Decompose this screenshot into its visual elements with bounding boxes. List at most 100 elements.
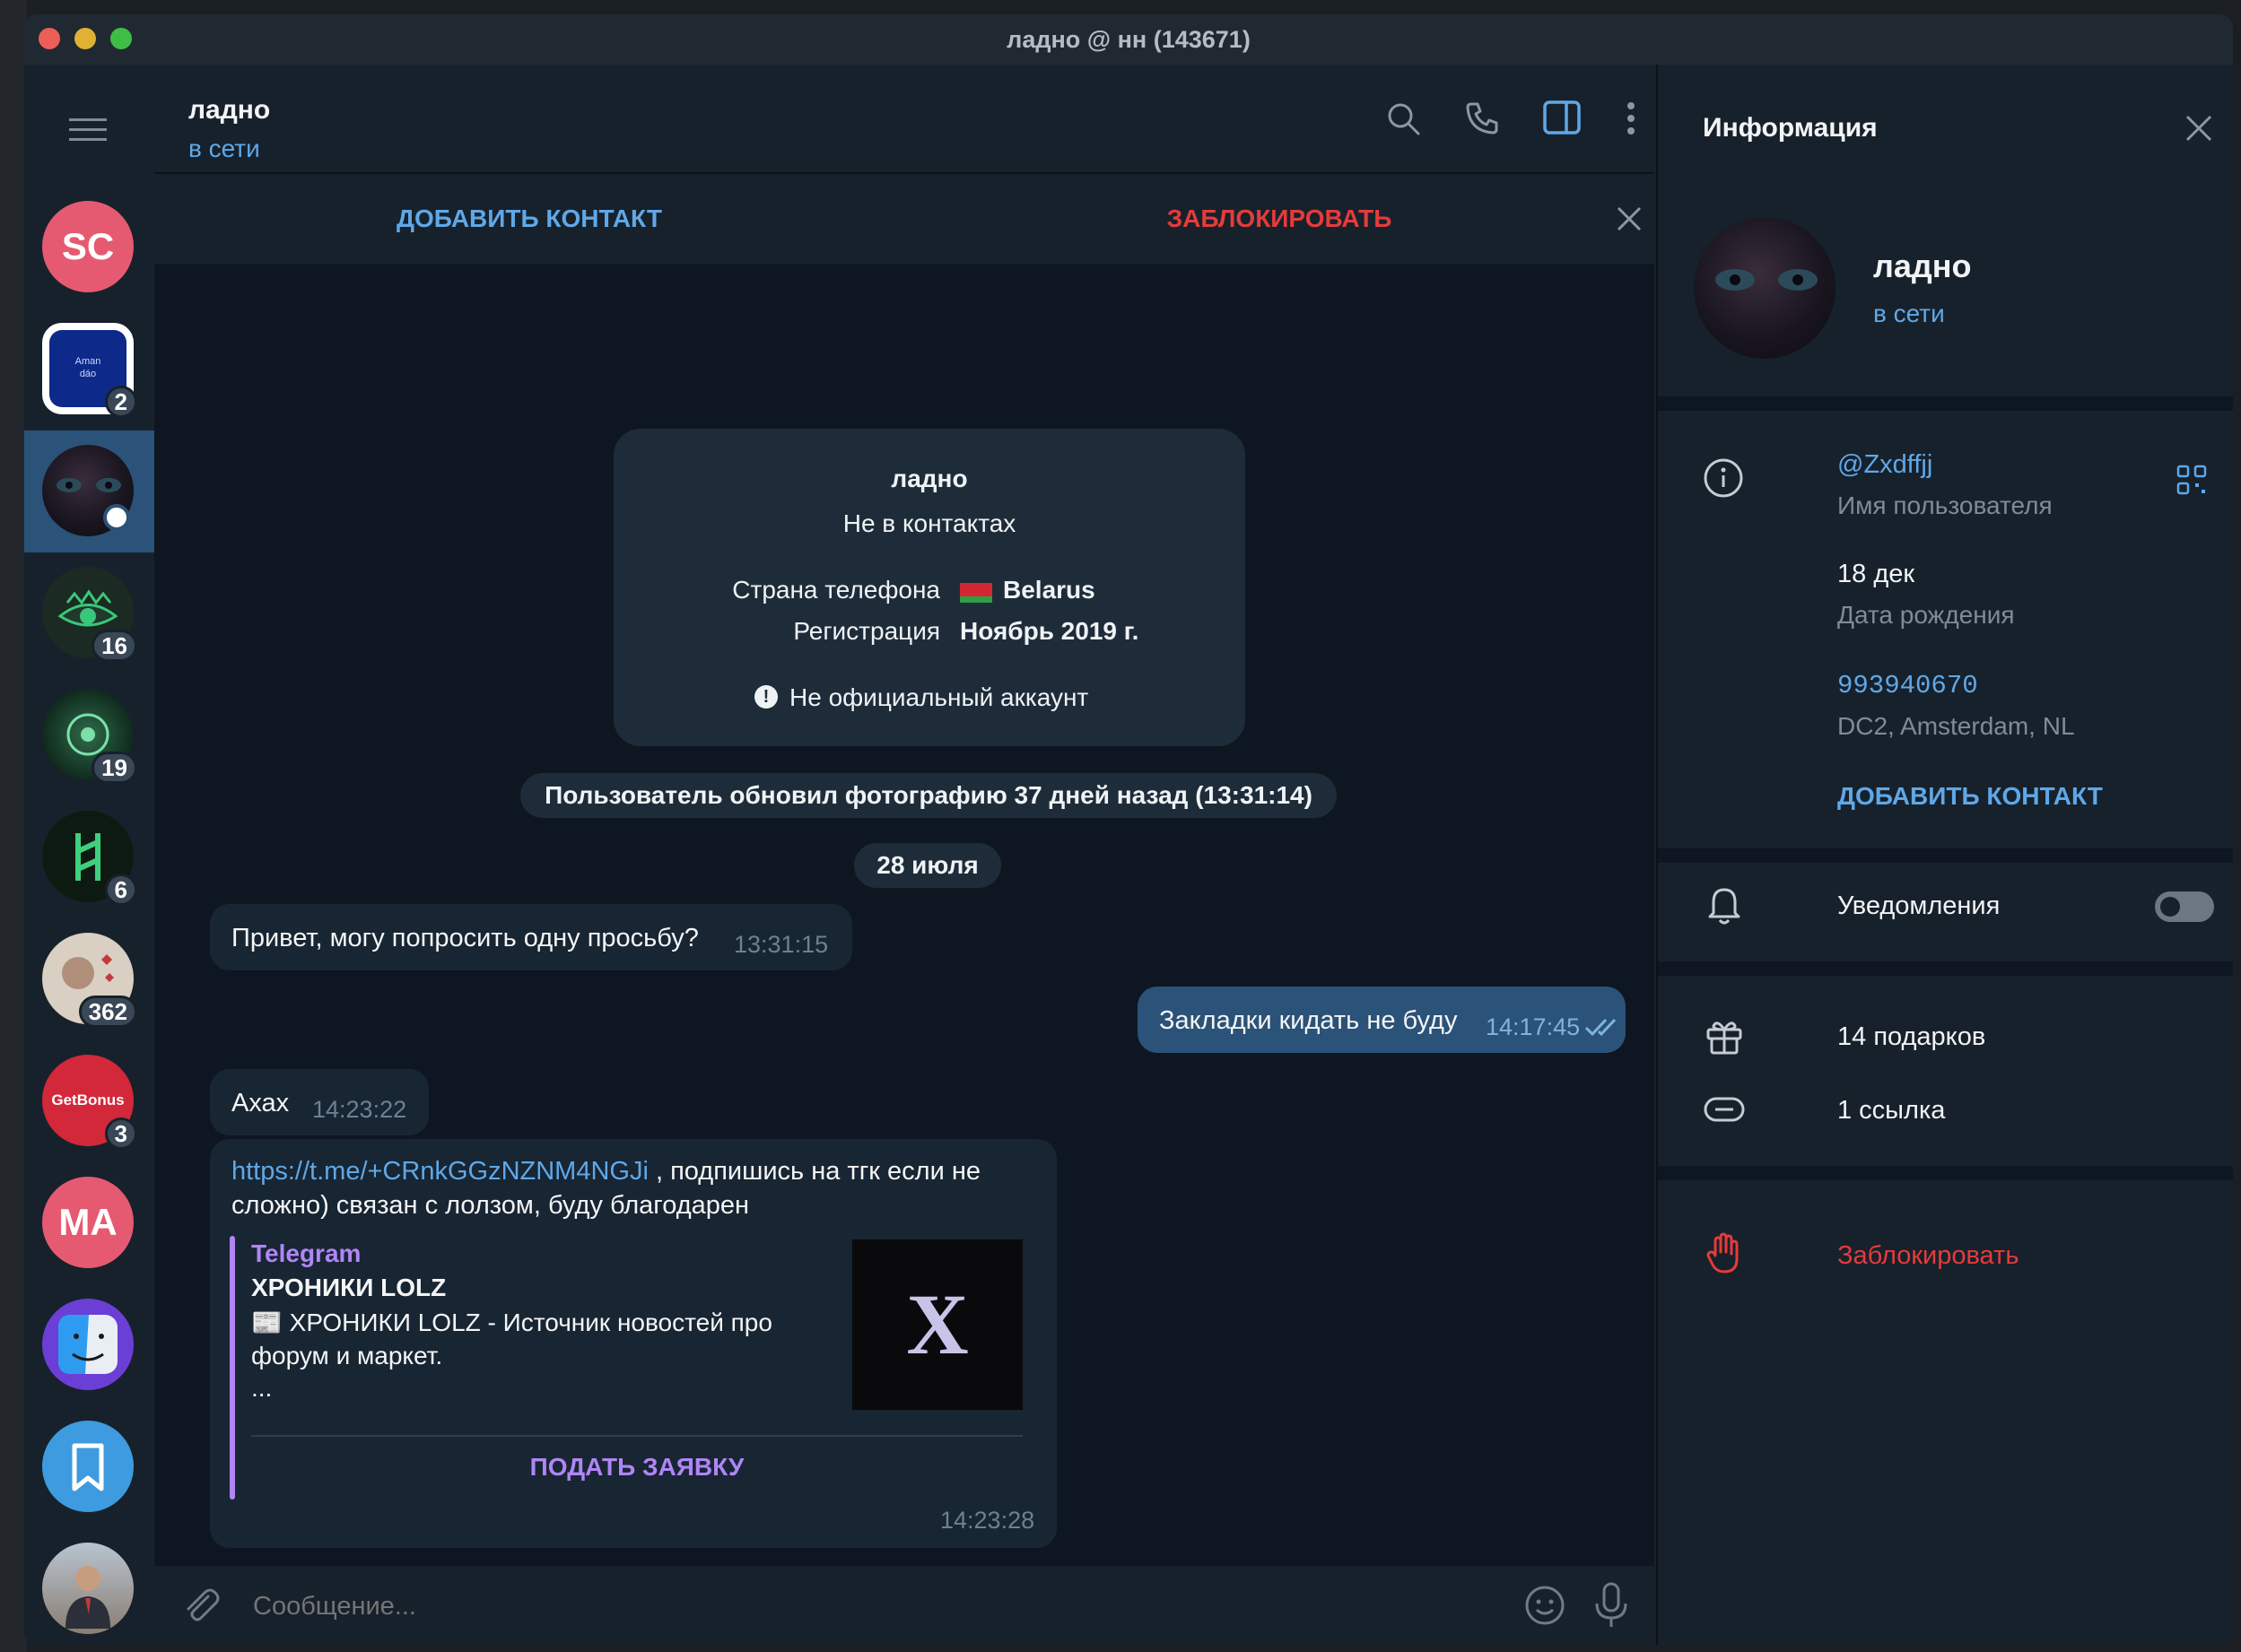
unread-badge: 6 <box>104 874 137 906</box>
double-check-read-icon <box>1584 1017 1620 1037</box>
contact-action-bar: ДОБАВИТЬ КОНТАКТ ЗАБЛОКИРОВАТЬ <box>154 174 1654 264</box>
attach-paperclip-icon[interactable] <box>181 1586 221 1625</box>
more-options-icon[interactable] <box>1626 100 1636 136</box>
date-separator: 28 июля <box>854 843 1001 888</box>
profile-name: ладно <box>1873 248 1972 284</box>
registration-label: Регистрация <box>793 617 940 645</box>
chat-avatar-sc[interactable]: SC <box>42 201 134 292</box>
close-info-panel-icon[interactable] <box>2185 115 2212 142</box>
join-request-button[interactable]: ПОДАТЬ ЗАЯВКУ <box>251 1453 1023 1482</box>
message-text-line-2: сложно) связан с лолзом, буду благодарен <box>231 1191 750 1220</box>
datacenter-value: DC2, Amsterdam, NL <box>1837 712 2075 740</box>
phone-country-value: Belarus <box>1003 576 1095 604</box>
preview-title: ХРОНИКИ LOLZ <box>251 1274 447 1301</box>
chat-avatar-ma[interactable]: MA <box>42 1177 134 1268</box>
chat-area: ладно в сети ДОБАВИТЬ КОНТАКТ ЗАБЛОКИРОВ… <box>154 65 1654 1645</box>
chat-status: в сети <box>188 135 260 162</box>
message-link[interactable]: https://t.me/+CRnkGGzNZNM4NGJi <box>231 1157 649 1186</box>
unread-badge: 3 <box>104 1117 137 1150</box>
preview-description: ... <box>251 1374 273 1402</box>
avatar-initials: MA <box>58 1201 118 1243</box>
toggle-sidebar-icon[interactable] <box>1543 100 1581 135</box>
unread-badge: 19 <box>92 752 137 784</box>
message-text: , подпишись на тгк если не <box>648 1157 981 1186</box>
qr-code-icon[interactable] <box>2176 465 2207 495</box>
hamburger-icon[interactable] <box>69 117 107 143</box>
bookmark-icon <box>72 1443 104 1491</box>
microphone-icon[interactable] <box>1593 1582 1629 1629</box>
chat-list-sidebar: SC Aman dáo 2 16 19 6 362 GetBonus 3 MA <box>24 65 154 1645</box>
profile-status: в сети <box>1873 300 1945 327</box>
info-panel-title: Информация <box>1703 113 1878 143</box>
message-text: Привет, могу попросить одну просьбу? <box>231 924 699 952</box>
emoji-smile-icon[interactable] <box>1523 1584 1566 1627</box>
block-hand-icon <box>1706 1232 1742 1275</box>
info-block-button[interactable]: Заблокировать <box>1837 1241 2019 1271</box>
chat-header: ладно в сети <box>154 65 1654 174</box>
background-window-edge <box>0 0 27 1652</box>
phone-number-value[interactable]: 993940670 <box>1837 671 1978 700</box>
message-time: 13:31:15 <box>734 931 829 958</box>
person-photo-icon <box>65 1566 110 1629</box>
message-input[interactable] <box>251 1578 1421 1634</box>
info-card-name: ладно <box>891 465 968 492</box>
avatar-eyes-image <box>1715 269 1818 291</box>
chat-avatar-saved-messages[interactable] <box>42 1421 134 1512</box>
preview-accent-bar <box>230 1236 235 1500</box>
chat-avatar-art[interactable]: 362 <box>42 933 137 1028</box>
info-circle-icon <box>1703 457 1744 499</box>
username-value[interactable]: @Zxdffjj <box>1837 450 1932 480</box>
add-contact-button[interactable]: ДОБАВИТЬ КОНТАКТ <box>154 174 904 264</box>
chat-avatar-finder[interactable] <box>42 1299 134 1390</box>
message-text-line-1: https://t.me/+CRnkGGzNZNM4NGJi , подпиши… <box>231 1157 981 1187</box>
section-separator <box>1658 848 2233 863</box>
notifications-toggle[interactable] <box>2155 891 2214 922</box>
telegram-window: ладно @ нн (143671) SC Amandáo 2 16 19 <box>24 14 2233 1645</box>
window-title: ладно @ нн (143671) <box>1007 26 1251 53</box>
chat-title[interactable]: ладно <box>188 95 270 126</box>
chat-avatar-eye[interactable]: 16 <box>42 567 137 662</box>
chat-avatar-aman-dao[interactable]: Aman dáo 2 <box>42 323 137 418</box>
message-bubble-incoming[interactable]: Привет, могу попросить одну просьбу? 13:… <box>210 904 852 970</box>
chat-avatar-getbonus[interactable]: GetBonus 3 <box>42 1055 137 1150</box>
unread-badge: 2 <box>104 386 137 418</box>
gift-icon <box>1705 1017 1744 1056</box>
section-separator <box>1658 961 2233 976</box>
block-user-button[interactable]: ЗАБЛОКИРОВАТЬ <box>904 174 1654 264</box>
user-info-card: ладно Не в контактах Страна телефона Bel… <box>614 429 1245 746</box>
bell-icon <box>1706 884 1742 926</box>
birthday-label: Дата рождения <box>1837 601 2015 629</box>
message-bubble-outgoing[interactable]: Закладки кидать не буду 14:17:45 <box>1138 987 1626 1053</box>
unread-badge: 362 <box>78 996 137 1028</box>
gifts-count[interactable]: 14 подарков <box>1837 1022 1985 1052</box>
preview-description: форум и маркет. <box>251 1342 443 1369</box>
close-action-bar-icon[interactable] <box>1617 206 1642 231</box>
message-text: Закладки кидать не буду <box>1159 1006 1458 1035</box>
message-bubble-incoming[interactable]: Ахах 14:23:22 <box>210 1069 429 1135</box>
service-message: Пользователь обновил фотографию 37 дней … <box>520 773 1337 818</box>
finder-icon <box>58 1315 118 1374</box>
message-bubble-incoming-link[interactable]: https://t.me/+CRnkGGzNZNM4NGJi , подпиши… <box>210 1139 1057 1548</box>
chat-avatar-matrix[interactable]: 19 <box>42 689 137 784</box>
username-label: Имя пользователя <box>1837 491 2053 519</box>
registration-value: Ноябрь 2019 г. <box>960 617 1139 645</box>
message-time: 14:23:28 <box>940 1507 1035 1534</box>
info-panel: Информация ладно в сети @Zxdffjj Имя пол… <box>1656 65 2233 1645</box>
unofficial-account-text: Не официальный аккаунт <box>789 683 1089 711</box>
chat-avatar-ladno[interactable] <box>42 445 134 536</box>
info-add-contact-button[interactable]: ДОБАВИТЬ КОНТАКТ <box>1837 782 2103 811</box>
preview-site-name: Telegram <box>251 1239 362 1267</box>
profile-avatar[interactable] <box>1694 217 1836 359</box>
message-time: 14:17:45 <box>1486 1013 1581 1040</box>
preview-description: 📰 ХРОНИКИ LOLZ - Источник новостей про <box>251 1309 772 1336</box>
unread-badge: 16 <box>92 630 137 662</box>
message-text: Ахах <box>231 1089 290 1117</box>
belarus-flag-icon <box>960 583 992 603</box>
title-bar: ладно @ нн (143671) <box>24 14 2233 65</box>
search-icon[interactable] <box>1385 100 1421 136</box>
phone-call-icon[interactable] <box>1464 100 1500 136</box>
chat-avatar-rune[interactable]: 6 <box>42 811 137 906</box>
preview-thumbnail[interactable]: X <box>852 1239 1023 1410</box>
links-count[interactable]: 1 ссылка <box>1837 1096 1945 1126</box>
chat-avatar-person[interactable] <box>42 1543 134 1634</box>
